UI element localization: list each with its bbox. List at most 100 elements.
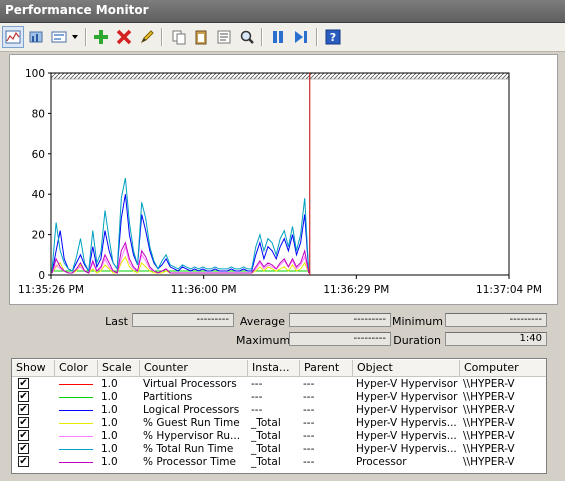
table-row[interactable]: ✔ 1.0 % Hypervisor Ru... _Total --- Hyper-V H… — [12, 430, 546, 443]
change-graph-type-icon[interactable] — [48, 26, 70, 48]
view-graph-icon[interactable] — [2, 26, 24, 48]
maximum-label: Maximum — [236, 334, 291, 347]
update-data-icon[interactable] — [290, 26, 312, 48]
minimum-label: Minimum — [392, 315, 443, 328]
plot-area — [50, 72, 510, 276]
average-label: Average — [239, 315, 285, 328]
computer-cell: \\HYPER-V — [463, 443, 515, 455]
column-header-show[interactable]: Show — [12, 360, 55, 376]
instance-cell: _Total — [251, 417, 281, 429]
show-checkbox[interactable]: ✔ — [18, 430, 29, 441]
scale-cell: 1.0 — [101, 456, 118, 468]
table-row[interactable]: ✔ 1.0 Partitions --- --- Hyper-V Hypervisor \\… — [12, 391, 546, 404]
show-checkbox[interactable]: ✔ — [18, 443, 29, 454]
computer-cell: \\HYPER-V — [463, 456, 515, 468]
copy-properties-icon[interactable] — [168, 26, 190, 48]
add-counter-icon[interactable] — [90, 26, 112, 48]
computer-cell: \\HYPER-V — [463, 430, 515, 442]
parent-cell: --- — [303, 391, 315, 403]
time-band — [50, 72, 510, 80]
counter-cell: % Hypervisor Ru... — [143, 430, 241, 442]
counter-cell: Partitions — [143, 391, 193, 403]
color-swatch — [59, 423, 93, 424]
y-tick-label: 0 — [38, 270, 45, 282]
toolbar-separator — [161, 28, 163, 46]
instance-cell: _Total — [251, 443, 281, 455]
counter-cell: Virtual Processors — [143, 378, 237, 390]
column-header-counter[interactable]: Counter — [140, 360, 248, 376]
object-cell: Hyper-V Hypervis... — [356, 443, 457, 455]
color-swatch — [59, 449, 93, 450]
column-header-instance[interactable]: Insta... — [248, 360, 300, 376]
highlight-icon[interactable] — [136, 26, 158, 48]
counter-list-header: Show Color Scale Counter Insta... Parent… — [12, 360, 546, 377]
object-cell: Processor — [356, 456, 407, 468]
scale-cell: 1.0 — [101, 430, 118, 442]
parent-cell: --- — [303, 430, 315, 442]
duration-label: Duration — [393, 334, 441, 347]
table-row[interactable]: ✔ 1.0 % Processor Time _Total --- Processor \\… — [12, 456, 546, 469]
scale-cell: 1.0 — [101, 391, 118, 403]
delete-counter-icon[interactable] — [113, 26, 135, 48]
average-value: --------- — [289, 313, 391, 327]
y-tick-label: 20 — [32, 230, 45, 242]
parent-cell: --- — [303, 456, 315, 468]
instance-cell: --- — [251, 404, 263, 416]
column-header-color[interactable]: Color — [55, 360, 98, 376]
y-tick-label: 40 — [32, 189, 45, 201]
performance-chart[interactable]: 100 80 60 40 20 0 11:35:26 PM 11:36:00 PM 11:36:… — [10, 55, 557, 304]
help-icon[interactable]: ? — [322, 26, 344, 48]
show-checkbox[interactable]: ✔ — [18, 391, 29, 402]
toolbar-separator — [316, 28, 318, 46]
show-checkbox[interactable]: ✔ — [18, 378, 29, 389]
object-cell: Hyper-V Hypervisor — [356, 404, 458, 416]
toolbar-separator — [85, 28, 87, 46]
object-cell: Hyper-V Hypervis... — [356, 430, 457, 442]
counter-cell: % Total Run Time — [143, 443, 234, 455]
toolbar-separator — [261, 28, 263, 46]
color-swatch — [59, 397, 93, 398]
zoom-icon[interactable] — [236, 26, 258, 48]
y-tick-label: 60 — [32, 149, 45, 161]
duration-value: 1:40 — [445, 332, 547, 346]
properties-icon[interactable] — [213, 26, 235, 48]
color-swatch — [59, 462, 93, 463]
title-bar: Performance Monitor — [0, 0, 565, 23]
show-checkbox[interactable]: ✔ — [18, 417, 29, 428]
column-header-scale[interactable]: Scale — [98, 360, 140, 376]
view-histogram-icon[interactable] — [25, 26, 47, 48]
y-tick-label: 80 — [32, 108, 45, 120]
table-row[interactable]: ✔ 1.0 Virtual Processors --- --- Hyper-V Hype… — [12, 378, 546, 391]
column-header-parent[interactable]: Parent — [300, 360, 353, 376]
object-cell: Hyper-V Hypervis... — [356, 417, 457, 429]
maximum-value: --------- — [289, 332, 391, 346]
object-cell: Hyper-V Hypervisor — [356, 378, 458, 390]
chevron-down-icon[interactable] — [69, 26, 81, 48]
table-row[interactable]: ✔ 1.0 % Guest Run Time _Total --- Hyper-V Hyp… — [12, 417, 546, 430]
computer-cell: \\HYPER-V — [463, 417, 515, 429]
last-value: --------- — [132, 313, 234, 327]
computer-cell: \\HYPER-V — [463, 391, 515, 403]
window-title: Performance Monitor — [5, 3, 149, 17]
column-header-computer[interactable]: Computer — [460, 360, 546, 376]
instance-cell: _Total — [251, 456, 281, 468]
counter-cell: % Processor Time — [143, 456, 236, 468]
scale-cell: 1.0 — [101, 378, 118, 390]
instance-cell: _Total — [251, 430, 281, 442]
counter-list[interactable]: Show Color Scale Counter Insta... Parent… — [11, 358, 547, 474]
x-tick-label: 11:35:26 PM — [18, 284, 84, 296]
table-row[interactable]: ✔ 1.0 Logical Processors --- --- Hyper-V Hype… — [12, 404, 546, 417]
column-header-object[interactable]: Object — [353, 360, 460, 376]
toolbar: ? — [0, 23, 565, 52]
instance-cell: --- — [251, 391, 263, 403]
show-checkbox[interactable]: ✔ — [18, 456, 29, 467]
color-swatch — [59, 436, 93, 437]
parent-cell: --- — [303, 404, 315, 416]
scale-cell: 1.0 — [101, 417, 118, 429]
table-row[interactable]: ✔ 1.0 % Total Run Time _Total --- Hyper-V Hyp… — [12, 443, 546, 456]
scale-cell: 1.0 — [101, 404, 118, 416]
show-checkbox[interactable]: ✔ — [18, 404, 29, 415]
computer-cell: \\HYPER-V — [463, 378, 515, 390]
paste-counter-list-icon[interactable] — [190, 26, 212, 48]
freeze-display-icon[interactable] — [267, 26, 289, 48]
